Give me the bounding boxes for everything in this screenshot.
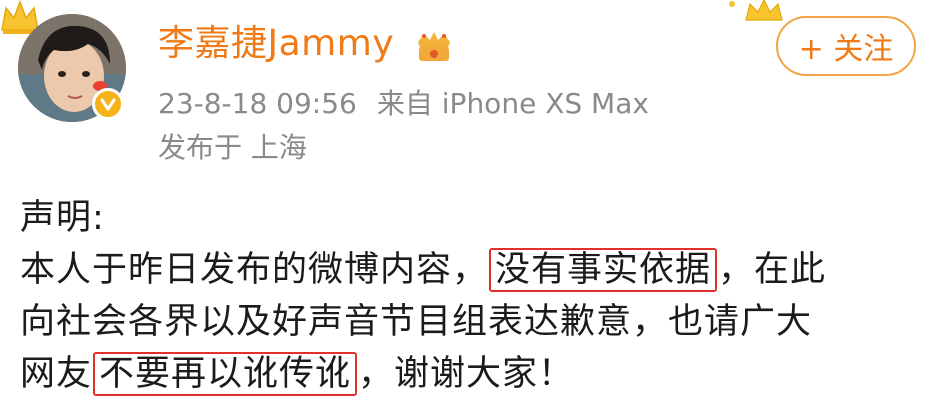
post-text: 网友 <box>20 354 93 394</box>
post-meta: 23-8-18 09:56 来自 iPhone XS Max <box>158 86 649 122</box>
post-text: ，谢谢大家！ <box>358 354 575 394</box>
post-time: 23-8-18 09:56 <box>158 87 357 120</box>
crown-icon <box>729 0 783 21</box>
highlighted-phrase: 不要再以讹传讹 <box>93 352 358 396</box>
post-text: 本人于昨日发布的微博内容， <box>20 250 489 290</box>
weibo-post-card: 李嘉捷Jammy + 关注 23-8-18 09:56 来自 iPhone XS … <box>0 0 938 400</box>
verified-badge-icon <box>92 88 124 120</box>
follow-button[interactable]: + 关注 <box>776 16 916 76</box>
member-crown-icon <box>418 32 450 61</box>
post-line: 本人于昨日发布的微博内容， 没有事实依据 ，在此 <box>20 244 920 296</box>
username[interactable]: 李嘉捷Jammy <box>158 22 394 66</box>
post-heading: 声明: <box>20 198 105 238</box>
post-text: ，在此 <box>718 250 827 290</box>
post-location: 发布于 上海 <box>158 131 307 164</box>
follow-button-label: + 关注 <box>798 32 894 67</box>
post-line: 网友 不要再以讹传讹 ，谢谢大家！ <box>20 348 920 400</box>
post-line: 向社会各界以及好声音节目组表达歉意，也请广大 <box>20 302 813 342</box>
post-source: 来自 iPhone XS Max <box>376 87 649 120</box>
post-body: 声明: 本人于昨日发布的微博内容， 没有事实依据 ，在此 向社会各界以及好声音节目组… <box>20 192 920 400</box>
highlighted-phrase: 没有事实依据 <box>489 248 718 292</box>
